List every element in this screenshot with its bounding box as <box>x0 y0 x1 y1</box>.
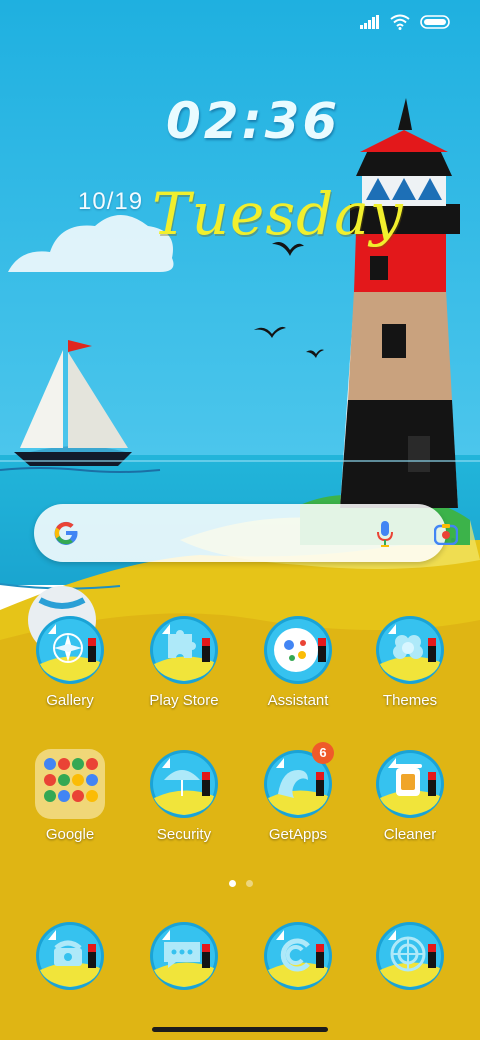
app-play-store[interactable]: Play Store <box>128 614 240 709</box>
page-dot-active <box>229 880 236 887</box>
dock-phone[interactable] <box>14 920 126 992</box>
app-gallery[interactable]: Gallery <box>14 614 126 709</box>
browser-icon <box>264 922 332 990</box>
app-label: Gallery <box>46 692 94 709</box>
app-label: Cleaner <box>383 826 437 843</box>
clock-day: Tuesday <box>152 180 404 248</box>
trash-icon <box>376 750 444 818</box>
dock-messages[interactable] <box>128 920 240 992</box>
app-label: Themes <box>382 692 438 709</box>
app-label: GetApps <box>268 826 328 843</box>
google-search-bar[interactable] <box>34 504 458 562</box>
battery-icon <box>420 15 450 29</box>
google-logo-icon <box>54 521 78 545</box>
compass-icon <box>36 616 104 684</box>
gesture-nav-bar[interactable] <box>152 1027 328 1032</box>
flower-icon <box>376 616 444 684</box>
notification-badge: 6 <box>312 742 334 764</box>
signal-icon <box>360 15 379 29</box>
dock-camera[interactable] <box>354 920 466 992</box>
app-security[interactable]: Security <box>128 748 240 843</box>
clock-time[interactable]: 02:36 <box>166 92 337 150</box>
lens-icon[interactable] <box>434 523 458 545</box>
app-themes[interactable]: Themes <box>354 614 466 709</box>
clock-date: 10/19 <box>78 188 144 215</box>
camera-icon <box>376 922 444 990</box>
microphone-icon[interactable] <box>376 521 394 547</box>
page-indicator <box>229 880 253 887</box>
messages-icon <box>150 922 218 990</box>
app-cleaner[interactable]: Cleaner <box>354 748 466 843</box>
app-label: Security <box>156 826 212 843</box>
status-bar <box>360 14 452 30</box>
google-folder-icon <box>35 749 105 819</box>
page-dot <box>246 880 253 887</box>
dock-browser[interactable] <box>242 920 354 992</box>
app-label: Google <box>45 826 95 843</box>
wifi-icon <box>390 14 410 30</box>
umbrella-icon <box>150 750 218 818</box>
app-getapps[interactable]: 6 GetApps <box>242 742 354 843</box>
folder-google[interactable]: Google <box>14 748 126 843</box>
app-label: Assistant <box>267 692 329 709</box>
app-label: Play Store <box>149 692 219 709</box>
app-assistant[interactable]: Assistant <box>242 614 354 709</box>
phone-icon <box>36 922 104 990</box>
puzzle-icon <box>150 616 218 684</box>
assistant-icon <box>264 616 332 684</box>
